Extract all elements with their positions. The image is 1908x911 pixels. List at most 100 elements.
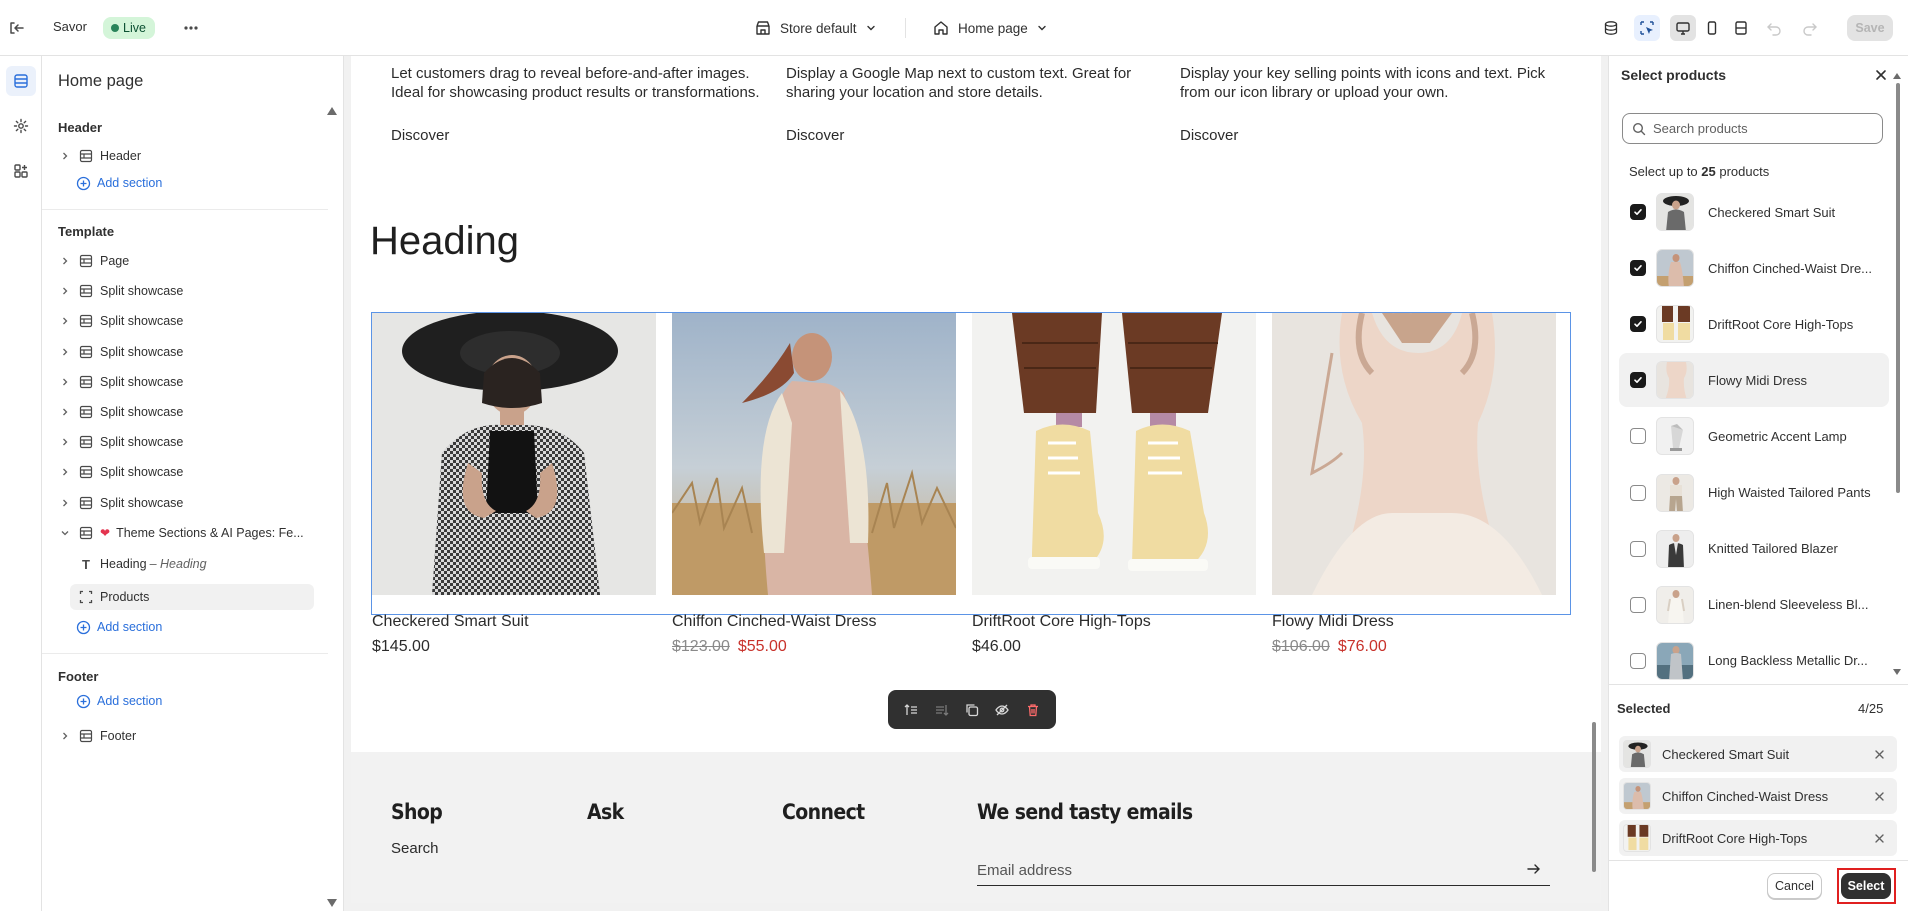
scroll-up-arrow[interactable]	[1893, 73, 1901, 79]
block-products[interactable]: Products	[70, 584, 314, 610]
product-checkbox[interactable]	[1630, 540, 1646, 557]
select-button[interactable]: Select	[1841, 873, 1891, 899]
database-icon[interactable]	[1598, 15, 1624, 41]
delete-trash-icon[interactable]	[1022, 699, 1044, 721]
more-actions-icon[interactable]	[180, 17, 202, 39]
product-option[interactable]: High Waisted Tailored Pants	[1619, 466, 1889, 520]
sidebar-item-template-section[interactable]: Split showcase	[58, 308, 328, 334]
hide-eye-icon[interactable]	[991, 699, 1013, 721]
sidebar-item-template-section[interactable]: Split showcase	[58, 399, 328, 425]
fullscreen-icon[interactable]	[1728, 15, 1754, 41]
selected-product[interactable]: Checkered Smart Suit	[1619, 736, 1897, 772]
sidebar-item-template-section[interactable]: Split showcase	[58, 459, 328, 485]
arrow-right-icon[interactable]	[1526, 861, 1542, 877]
move-down-icon[interactable]	[931, 699, 953, 721]
chevron-right-icon[interactable]	[58, 149, 72, 163]
block-heading[interactable]: T Heading – Heading	[78, 551, 328, 577]
selected-product[interactable]: Chiffon Cinched-Waist Dress	[1619, 778, 1897, 814]
product-option[interactable]: Chiffon Cinched-Waist Dre...	[1619, 241, 1889, 295]
sidebar-item-template-section[interactable]: Split showcase	[58, 429, 328, 455]
chevron-right-icon[interactable]	[58, 314, 72, 328]
duplicate-icon[interactable]	[961, 699, 983, 721]
feature-link[interactable]: Discover	[391, 127, 449, 144]
product-option[interactable]: Long Backless Metallic Dr...	[1619, 634, 1889, 688]
sidebar-item-template-section[interactable]: Split showcase	[58, 490, 328, 516]
move-up-icon[interactable]	[900, 699, 922, 721]
sidebar-item-template-section[interactable]: Split showcase	[58, 278, 328, 304]
product-option[interactable]: Linen-blend Sleeveless Bl...	[1619, 578, 1889, 632]
scroll-down-arrow[interactable]	[327, 899, 337, 907]
chevron-right-icon[interactable]	[58, 435, 72, 449]
sections-icon[interactable]	[6, 66, 36, 96]
product-title[interactable]: Flowy Midi Dress	[1272, 613, 1394, 631]
sidebar-item-template-section[interactable]: Page	[58, 248, 328, 274]
chevron-right-icon[interactable]	[58, 254, 72, 268]
product-title[interactable]: Chiffon Cinched-Waist Dress	[672, 613, 877, 631]
product-checkbox[interactable]	[1630, 204, 1646, 220]
page-selector[interactable]: Home page	[932, 16, 1048, 40]
sidebar-item-template-section[interactable]: ❤ Theme Sections & AI Pages: Fe...	[58, 520, 328, 546]
mobile-view-icon[interactable]	[1699, 15, 1725, 41]
product-checkbox[interactable]	[1630, 260, 1646, 277]
sidebar-item-template-section[interactable]: Split showcase	[58, 369, 328, 395]
settings-gear-icon[interactable]	[6, 111, 36, 141]
product-title[interactable]: DriftRoot Core High-Tops	[972, 613, 1151, 631]
chevron-right-icon[interactable]	[58, 496, 72, 510]
add-section-button[interactable]: Add section	[76, 616, 162, 638]
cancel-button[interactable]: Cancel	[1767, 873, 1822, 899]
product-image[interactable]	[972, 313, 1256, 595]
chevron-right-icon[interactable]	[58, 375, 72, 389]
chevron-right-icon[interactable]	[58, 729, 72, 743]
remove-icon[interactable]	[1872, 747, 1886, 761]
section-heading[interactable]: Heading	[370, 219, 519, 264]
product-checkbox[interactable]	[1630, 372, 1646, 389]
chevron-right-icon[interactable]	[58, 284, 72, 298]
sidebar-item-footer[interactable]: Footer	[58, 723, 328, 749]
email-field[interactable]	[977, 856, 1517, 884]
product-option[interactable]: Knitted Tailored Blazer	[1619, 522, 1889, 576]
footer-link-search[interactable]: Search	[391, 840, 439, 857]
storefront-preview[interactable]: Let customers drag to reveal before-and-…	[351, 56, 1601, 903]
search-input[interactable]	[1653, 114, 1879, 143]
exit-icon[interactable]	[5, 17, 27, 39]
chevron-right-icon[interactable]	[58, 345, 72, 359]
add-section-button[interactable]: Add section	[76, 172, 162, 194]
undo-icon[interactable]	[1761, 15, 1787, 41]
feature-link[interactable]: Discover	[1180, 127, 1238, 144]
product-option[interactable]: Flowy Midi Dress	[1619, 353, 1889, 408]
desktop-view-icon[interactable]	[1670, 15, 1696, 41]
product-option[interactable]: Checkered Smart Suit	[1619, 185, 1889, 239]
product-option[interactable]: DriftRoot Core High-Tops	[1619, 297, 1889, 351]
product-image[interactable]	[1272, 313, 1556, 595]
scroll-down-arrow[interactable]	[1893, 669, 1901, 675]
scroll-up-arrow[interactable]	[327, 107, 337, 115]
inspector-icon[interactable]	[1634, 15, 1660, 41]
product-checkbox[interactable]	[1630, 316, 1646, 333]
sidebar-item-header[interactable]: Header	[58, 143, 328, 169]
remove-icon[interactable]	[1872, 831, 1886, 845]
apps-icon[interactable]	[6, 156, 36, 186]
add-section-button[interactable]: Add section	[76, 690, 162, 712]
store-selector-label: Store default	[780, 20, 857, 36]
chevron-down-icon[interactable]	[58, 526, 72, 540]
feature-link[interactable]: Discover	[786, 127, 844, 144]
store-selector[interactable]: Store default	[754, 16, 877, 40]
close-icon[interactable]	[1873, 67, 1889, 83]
product-checkbox[interactable]	[1630, 652, 1646, 669]
product-image[interactable]	[372, 313, 656, 595]
remove-icon[interactable]	[1872, 789, 1886, 803]
product-list-scrollbar[interactable]	[1896, 83, 1900, 493]
product-option[interactable]: Geometric Accent Lamp	[1619, 409, 1889, 463]
product-image[interactable]	[672, 313, 956, 595]
product-checkbox[interactable]	[1630, 484, 1646, 501]
save-button[interactable]: Save	[1847, 15, 1893, 41]
product-checkbox[interactable]	[1630, 596, 1646, 613]
selected-product[interactable]: DriftRoot Core High-Tops	[1619, 820, 1897, 856]
preview-scrollbar[interactable]	[1592, 722, 1596, 872]
product-title[interactable]: Checkered Smart Suit	[372, 613, 529, 631]
chevron-right-icon[interactable]	[58, 405, 72, 419]
sidebar-item-template-section[interactable]: Split showcase	[58, 339, 328, 365]
product-checkbox[interactable]	[1630, 428, 1646, 445]
chevron-right-icon[interactable]	[58, 465, 72, 479]
redo-icon[interactable]	[1797, 15, 1823, 41]
